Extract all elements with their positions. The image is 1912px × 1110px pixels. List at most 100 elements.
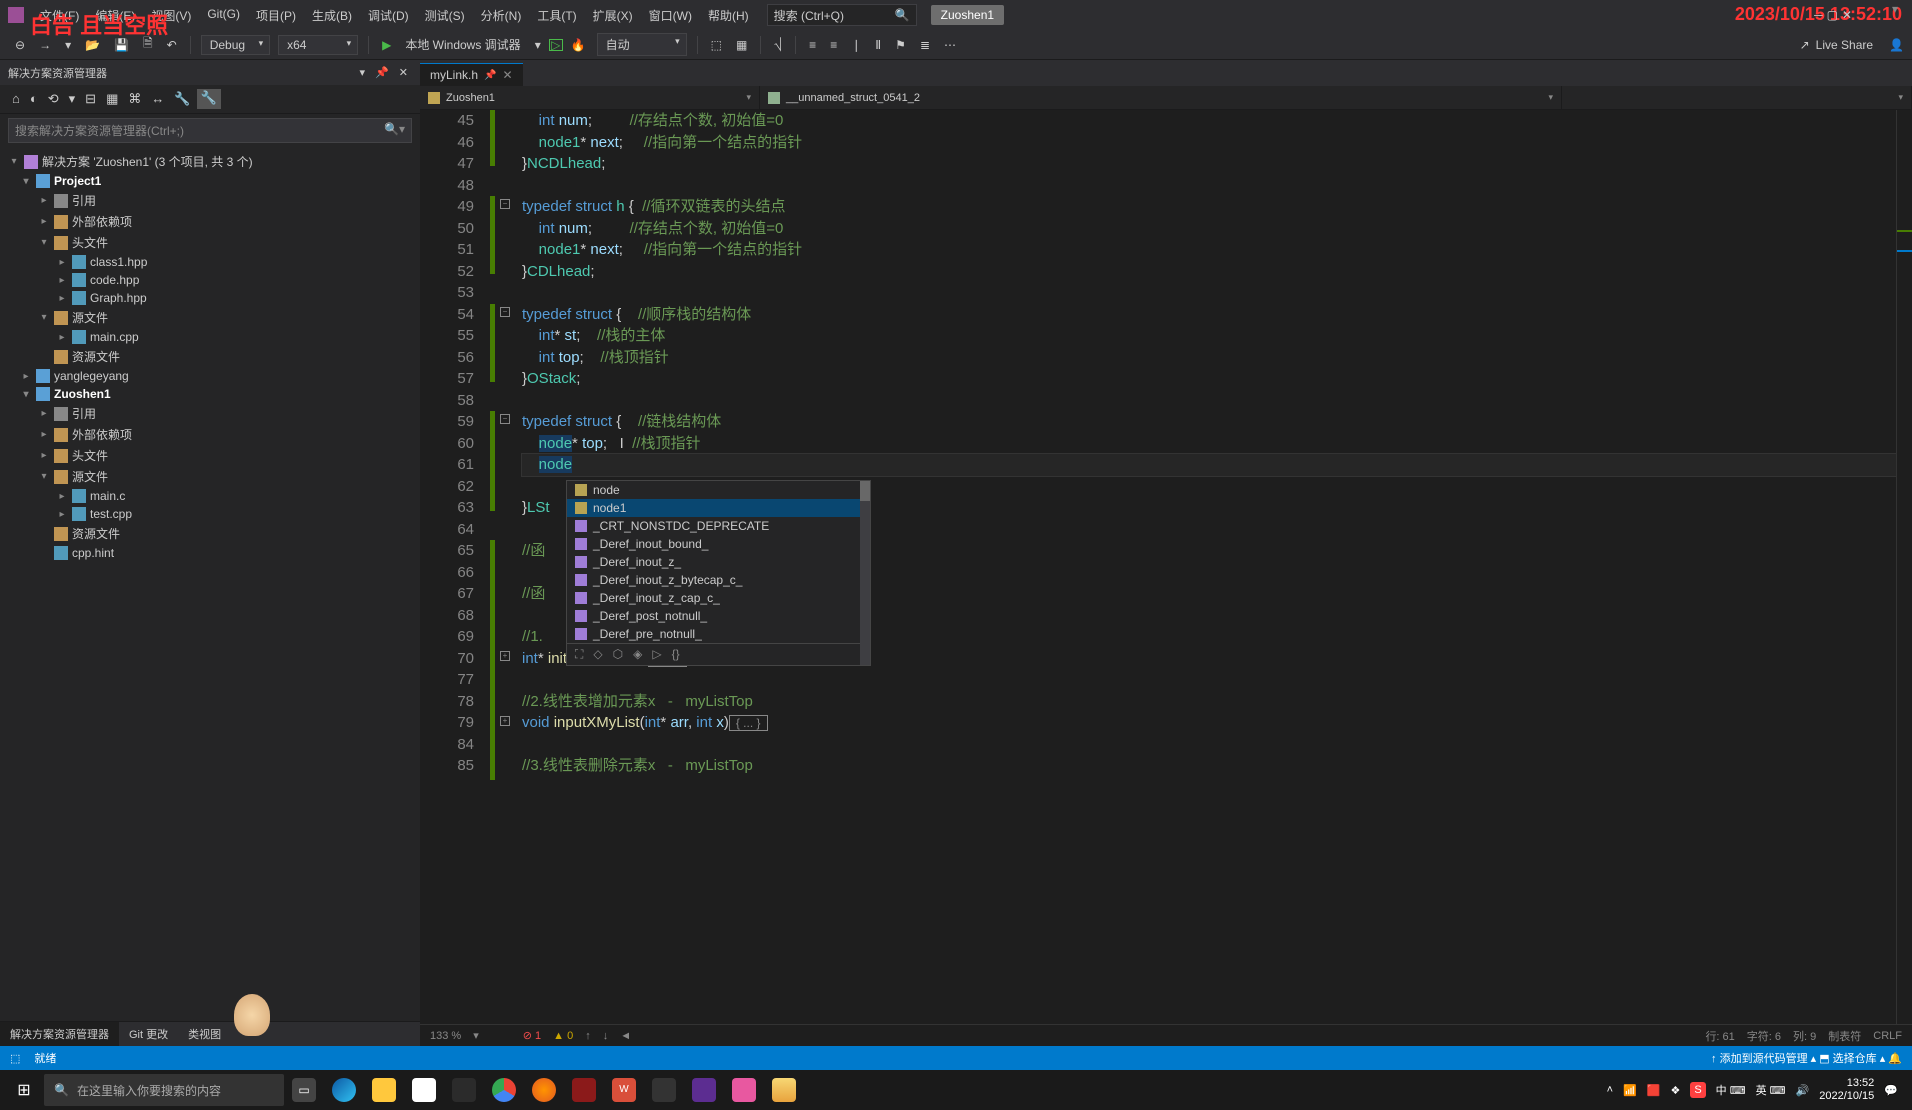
tree-item[interactable]: ▸外部依赖项 [0, 211, 420, 232]
tree-item[interactable]: ▸code.hpp [0, 271, 420, 289]
tray-clock[interactable]: 13:52 2022/10/15 [1819, 1077, 1874, 1103]
chrome-icon[interactable] [484, 1070, 524, 1110]
notification-icon[interactable]: 💬 [1884, 1084, 1898, 1097]
tool-icon[interactable]: ▦ [730, 36, 753, 54]
error-count-icon[interactable]: ⊘ 1 [523, 1029, 541, 1042]
code-line[interactable]: int num; //存结点个数, 初始值=0 [522, 218, 1896, 240]
tree-item[interactable]: ▸class1.hpp [0, 253, 420, 271]
solution-node[interactable]: ▾ 解决方案 'Zuoshen1' (3 个项目, 共 3 个) [0, 151, 420, 172]
menu-item[interactable]: 项目(P) [248, 3, 304, 28]
code-line[interactable]: }CDLhead; [522, 261, 1896, 283]
firefox-icon[interactable] [524, 1070, 564, 1110]
home-icon[interactable]: ⌂ [8, 89, 24, 109]
tree-item[interactable]: ▾Project1 [0, 172, 420, 190]
intellisense-item[interactable]: node1 [567, 499, 870, 517]
account-icon[interactable]: 👤 [1889, 38, 1904, 52]
fold-icon[interactable]: − [500, 307, 510, 317]
filter-icon[interactable]: ⛶ [575, 647, 583, 662]
config-dropdown[interactable]: Debug [201, 35, 270, 55]
code-line[interactable]: typedef struct h { //循环双链表的头结点 [522, 196, 1896, 218]
close-tab-icon[interactable]: ✕ [502, 68, 512, 82]
paint-icon[interactable] [764, 1070, 804, 1110]
tool-icon[interactable]: ≣ [914, 36, 936, 54]
code-content[interactable]: int num; //存结点个数, 初始值=0 node1* next; //指… [512, 110, 1896, 1024]
minimize-icon[interactable]: ─ [1814, 8, 1823, 22]
fold-icon[interactable]: − [500, 199, 510, 209]
filter-icon[interactable]: ◇ [593, 647, 602, 662]
file-tab-mylink[interactable]: myLink.h 📌 ✕ [420, 63, 523, 86]
properties-icon[interactable]: ⌘ [124, 89, 145, 109]
code-line[interactable]: node1* next; //指向第一个结点的指针 [522, 239, 1896, 261]
tool-icon[interactable]: ▾ [65, 89, 80, 109]
bookmark-icon[interactable]: ⚑ [889, 36, 912, 54]
show-all-icon[interactable]: ▦ [102, 89, 122, 109]
preview-icon[interactable]: ↔ [147, 89, 168, 109]
filter-icon[interactable]: ◈ [633, 647, 642, 662]
nav-scope-dropdown[interactable]: __unnamed_struct_0541_2 [760, 86, 1562, 109]
tree-item[interactable]: ▾源文件 [0, 466, 420, 487]
auto-dropdown[interactable]: 自动 [597, 33, 687, 56]
nav-project-dropdown[interactable]: Zuoshen1 [420, 86, 760, 109]
wps-icon[interactable]: W [604, 1070, 644, 1110]
code-line[interactable]: //2.线性表增加元素x - myListTop [522, 691, 1896, 713]
intellisense-item[interactable]: _Deref_inout_z_bytecap_c_ [567, 571, 870, 589]
menu-item[interactable]: Git(G) [199, 3, 248, 28]
tab-class-view[interactable]: 类视图 [178, 1022, 231, 1046]
explorer-icon[interactable] [364, 1070, 404, 1110]
fold-icon[interactable]: − [500, 414, 510, 424]
maximize-icon[interactable]: ▢ [1827, 8, 1838, 22]
taskbar-search-input[interactable]: 🔍 在这里输入你要搜索的内容 [44, 1074, 284, 1106]
start-debug-icon[interactable]: ▶ [376, 36, 397, 54]
app-icon[interactable] [444, 1070, 484, 1110]
menu-item[interactable]: 分析(N) [473, 3, 530, 28]
tree-item[interactable]: ▾头文件 [0, 232, 420, 253]
tool-icon[interactable]: ⬚ [705, 36, 728, 54]
app-icon[interactable] [404, 1070, 444, 1110]
tool-icon[interactable]: ⋯ [938, 36, 962, 54]
code-line[interactable]: int top; //栈顶指针 [522, 347, 1896, 369]
tree-item[interactable]: 资源文件 [0, 346, 420, 367]
menu-item[interactable]: 调试(D) [360, 3, 417, 28]
tree-item[interactable]: ▾源文件 [0, 307, 420, 328]
collapse-icon[interactable]: ⊟ [81, 89, 100, 109]
debug-dropdown-icon[interactable]: ▾ [529, 36, 547, 54]
intellisense-item[interactable]: node [567, 481, 870, 499]
close-icon[interactable]: ✕ [1842, 8, 1852, 22]
tree-item[interactable]: ▾Zuoshen1 [0, 385, 420, 403]
start-button[interactable]: ⊞ [4, 1070, 44, 1110]
tree-item[interactable]: ▸yanglegeyang [0, 367, 420, 385]
code-editor[interactable]: 4546474849505152535455565758596061626364… [420, 110, 1912, 1024]
code-line[interactable]: int num; //存结点个数, 初始值=0 [522, 110, 1896, 132]
filter-icon[interactable]: ⬡ [613, 647, 623, 662]
code-line[interactable]: void inputXMyList(int* arr, int x){ ... … [522, 712, 1896, 734]
tab-solution-explorer[interactable]: 解决方案资源管理器 [0, 1022, 119, 1046]
tree-item[interactable]: ▸Graph.hpp [0, 289, 420, 307]
panel-dropdown-icon[interactable]: ▾ [356, 64, 370, 81]
code-line[interactable]: }OStack; [522, 368, 1896, 390]
filter-icon[interactable]: {} [672, 647, 680, 662]
zoom-level[interactable]: 133 % [430, 1030, 461, 1042]
indent-mode[interactable]: 制表符 [1828, 1028, 1861, 1044]
intellisense-item[interactable]: _Deref_inout_z_ [567, 553, 870, 571]
nav-up-icon[interactable]: ↑ [585, 1030, 591, 1042]
code-line[interactable]: typedef struct { //顺序栈的结构体 [522, 304, 1896, 326]
desktop-pet[interactable] [234, 994, 270, 1036]
tray-sogou-icon[interactable]: S [1690, 1082, 1705, 1098]
tool-icon[interactable]: ⎷ [768, 35, 788, 54]
wrench-icon[interactable]: 🔧 [197, 89, 221, 109]
outdent-icon[interactable]: ≡ [824, 36, 843, 54]
tree-item[interactable]: ▸引用 [0, 190, 420, 211]
scrollbar-overview[interactable] [1896, 110, 1912, 1024]
pin-icon[interactable]: 📌 [371, 64, 393, 81]
fold-icon[interactable]: + [500, 651, 510, 661]
code-line[interactable] [522, 734, 1896, 756]
global-search-input[interactable]: 搜索 (Ctrl+Q) 🔍 [767, 4, 917, 26]
intellisense-item[interactable]: _Deref_pre_notnull_ [567, 625, 870, 643]
intellisense-item[interactable]: _Deref_inout_z_cap_c_ [567, 589, 870, 607]
app-icon[interactable] [724, 1070, 764, 1110]
tree-item[interactable]: ▸引用 [0, 403, 420, 424]
uncomment-icon[interactable]: Ⅱ [869, 36, 887, 54]
tab-git-changes[interactable]: Git 更改 [119, 1022, 178, 1046]
code-line[interactable] [522, 669, 1896, 691]
code-line[interactable] [522, 282, 1896, 304]
